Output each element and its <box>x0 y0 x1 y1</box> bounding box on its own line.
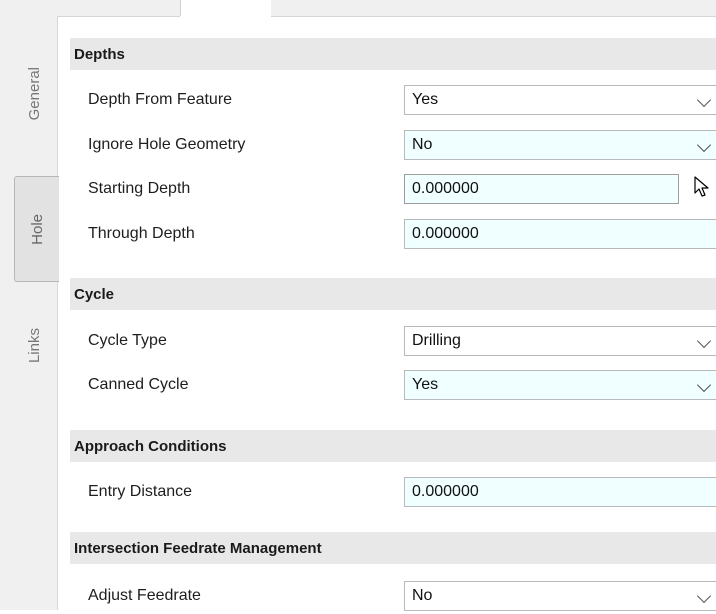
property-row-starting-depth: Starting Depth 0.000000 <box>70 171 716 207</box>
top-tab-active[interactable] <box>180 0 272 16</box>
section-title: Cycle <box>74 285 115 303</box>
property-label: Entry Distance <box>88 483 193 500</box>
field-value: 0.000000 <box>412 483 479 500</box>
tab-general[interactable]: General <box>14 38 54 150</box>
chevron-down-icon[interactable] <box>693 582 716 610</box>
adjust-feedrate-dropdown[interactable]: No <box>404 581 716 611</box>
chevron-down-icon[interactable] <box>693 371 716 399</box>
field-value: 0.000000 <box>412 180 479 197</box>
property-row-canned-cycle: Canned Cycle Yes <box>70 367 716 403</box>
property-row-depth-from-feature: Depth From Feature Yes <box>70 82 716 118</box>
property-label: Canned Cycle <box>88 376 189 393</box>
canned-cycle-dropdown[interactable]: Yes <box>404 370 716 400</box>
starting-depth-field[interactable]: 0.000000 <box>404 174 679 204</box>
property-label: Ignore Hole Geometry <box>88 136 246 153</box>
dropdown-value: No <box>412 587 433 604</box>
property-row-cycle-type: Cycle Type Drilling <box>70 323 716 359</box>
through-depth-field[interactable]: 0.000000 <box>404 219 716 249</box>
property-row-adjust-feedrate: Adjust Feedrate No <box>70 578 716 614</box>
entry-distance-field[interactable]: 0.000000 <box>404 477 716 507</box>
mouse-pointer-icon <box>694 176 709 197</box>
property-row-entry-distance: Entry Distance 0.000000 <box>70 474 716 510</box>
section-depths-header[interactable]: Depths <box>70 38 716 70</box>
property-label: Through Depth <box>88 225 195 242</box>
section-approach-header[interactable]: Approach Conditions <box>70 430 716 462</box>
vertical-tab-bar: General Hole Links <box>0 16 59 610</box>
property-label: Cycle Type <box>88 332 167 349</box>
property-row-through-depth: Through Depth 0.000000 <box>70 216 716 252</box>
dropdown-value: No <box>412 136 433 153</box>
tab-hole[interactable]: Hole <box>14 176 59 282</box>
dropdown-value: Yes <box>412 376 439 393</box>
depth-from-feature-dropdown[interactable]: Yes <box>404 85 716 115</box>
section-title: Depths <box>74 45 125 63</box>
tab-hole-label: Hole <box>28 213 46 245</box>
section-intersection-header[interactable]: Intersection Feedrate Management <box>70 532 716 564</box>
top-tab-right[interactable] <box>271 0 716 17</box>
tab-divider <box>57 16 58 610</box>
property-label: Adjust Feedrate <box>88 587 201 604</box>
cycle-type-dropdown[interactable]: Drilling <box>404 326 716 356</box>
tab-links-label: Links <box>25 328 43 364</box>
top-tab-strip <box>0 0 716 17</box>
field-value: 0.000000 <box>412 225 479 242</box>
chevron-down-icon[interactable] <box>693 86 716 114</box>
top-tab-left[interactable] <box>0 0 180 17</box>
section-title: Approach Conditions <box>74 437 227 455</box>
tab-general-label: General <box>25 67 43 121</box>
tab-links[interactable]: Links <box>14 306 54 386</box>
property-label: Depth From Feature <box>88 91 233 108</box>
property-label: Starting Depth <box>88 180 191 197</box>
ignore-hole-geometry-dropdown[interactable]: No <box>404 130 716 160</box>
property-row-ignore-hole-geometry: Ignore Hole Geometry No <box>70 127 716 163</box>
chevron-down-icon[interactable] <box>693 327 716 355</box>
chevron-down-icon[interactable] <box>693 131 716 159</box>
dropdown-value: Yes <box>412 91 439 108</box>
section-title: Intersection Feedrate Management <box>74 539 322 557</box>
section-cycle-header[interactable]: Cycle <box>70 278 716 310</box>
dropdown-value: Drilling <box>412 332 461 349</box>
